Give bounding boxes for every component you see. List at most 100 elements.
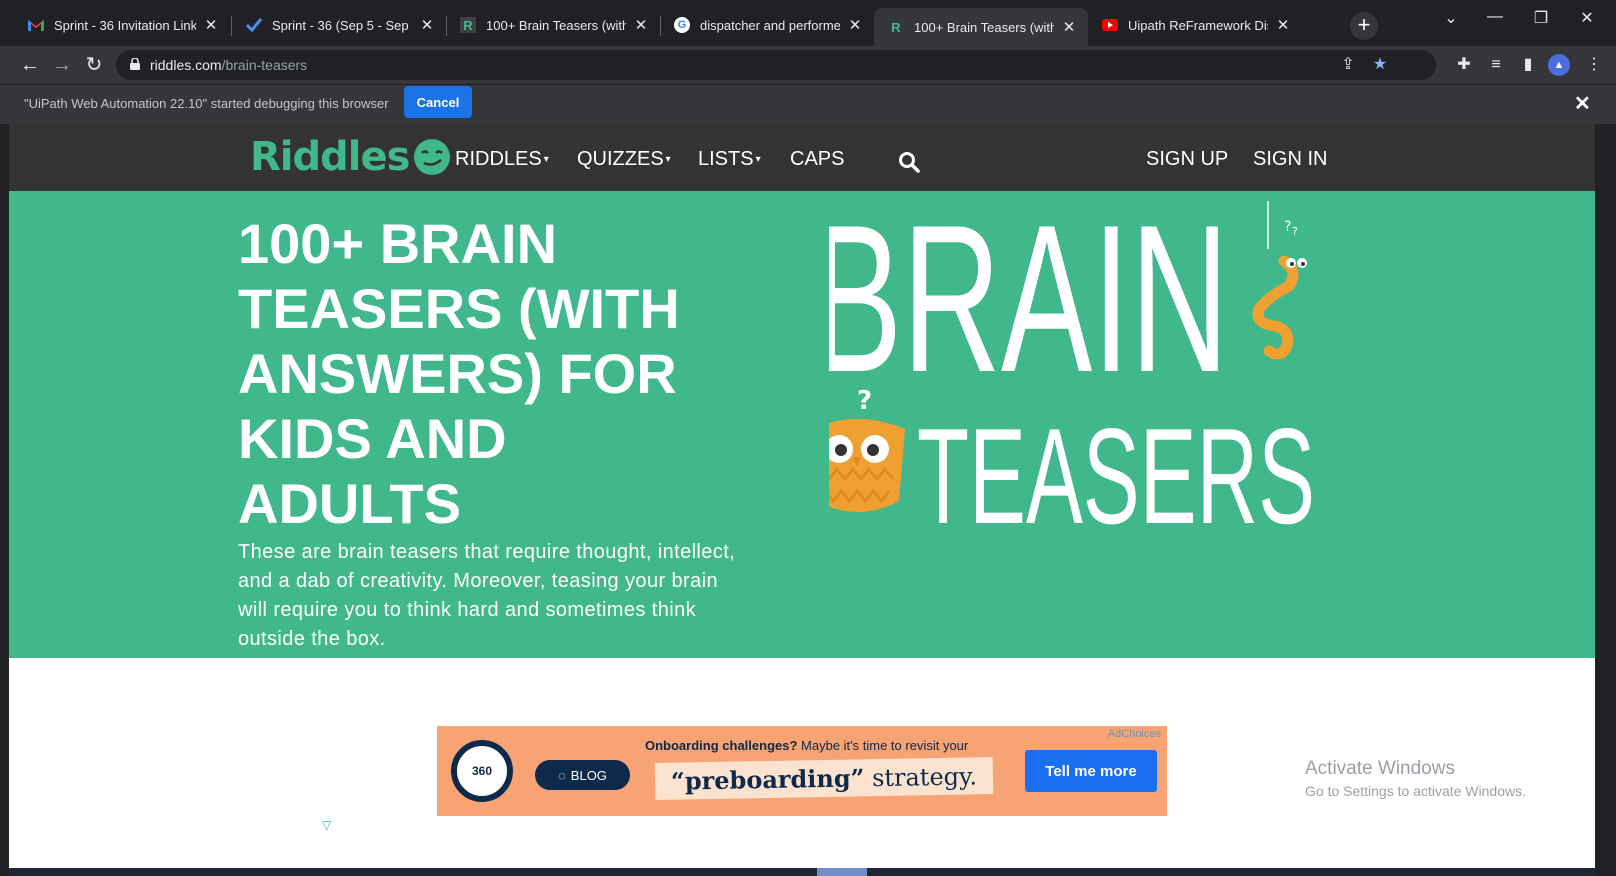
advertisement-banner[interactable]: AdChoices 360 ◌ BLOG Onboarding challenge… [437, 726, 1167, 816]
tab-title: 100+ Brain Teasers (with Answ [486, 17, 626, 33]
svg-text:?: ? [857, 386, 872, 416]
debugging-infobar: "UiPath Web Automation 22.10" started de… [0, 84, 1616, 124]
nav-label: RIDDLES [455, 148, 542, 170]
tab-search-icon[interactable]: ⌄ [1428, 8, 1474, 28]
brain-teasers-illustration: BRAIN TEASERS ? ? ? [829, 201, 1315, 541]
title-line: TEASERS (WITH [238, 277, 680, 340]
nav-caps[interactable]: CAPS [790, 148, 844, 171]
minimize-icon[interactable]: — [1472, 8, 1518, 26]
gmail-icon [28, 17, 44, 33]
google-icon: G [674, 17, 690, 33]
tab-title: Uipath ReFramework Dispatc [1128, 17, 1268, 33]
filter-icon: ▽ [322, 818, 332, 832]
close-icon[interactable]: ✕ [1274, 16, 1292, 34]
browser-window: Sprint - 36 Invitation Link - Ti ✕ Sprin… [0, 0, 1616, 876]
windows-activation-watermark: Activate Windows Go to Settings to activ… [1305, 758, 1526, 799]
riddles-icon: R [891, 19, 901, 35]
footer-block [817, 868, 867, 876]
caret-down-icon: ▾ [543, 154, 549, 166]
caret-down-icon: ▾ [665, 154, 671, 166]
watermark-title: Activate Windows [1305, 758, 1455, 779]
watermark-subtitle: Go to Settings to activate Windows. [1305, 783, 1526, 799]
ad-tagline-rest: strategy. [864, 762, 978, 793]
tab-title: 100+ Brain Teasers (with Answ [914, 19, 1054, 35]
chat-bubble-icon: ◌ [558, 767, 566, 783]
art-word-brain: BRAIN [829, 201, 1229, 416]
new-tab-button[interactable]: + [1350, 12, 1378, 40]
title-line: ADULTS [238, 472, 461, 535]
close-icon[interactable]: ✕ [202, 16, 220, 34]
lock-icon [130, 58, 140, 70]
ad-cta-button[interactable]: Tell me more [1025, 750, 1157, 792]
tab-sprint[interactable]: Sprint - 36 (Sep 5 - Sep 10) - ✕ [232, 8, 446, 42]
description-line: outside the box. [238, 628, 386, 650]
close-icon[interactable]: ✕ [418, 16, 436, 34]
search-icon[interactable] [898, 151, 920, 173]
footer-strip [9, 868, 1595, 876]
reading-list-icon[interactable]: ≡ [1484, 53, 1508, 77]
description-line: and a dab of creativity. Moreover, teasi… [238, 570, 718, 592]
art-word-teasers: TEASERS [917, 400, 1315, 541]
url-path: /brain-teasers [221, 57, 308, 73]
close-icon[interactable]: ✕ [846, 16, 864, 34]
menu-dots-icon[interactable]: ⋮ [1582, 53, 1606, 77]
page-description: These are brain teasers that require tho… [238, 538, 798, 654]
tab-youtube[interactable]: Uipath ReFramework Dispatc ✕ [1088, 8, 1302, 42]
worm-icon: ? ? [1252, 201, 1307, 360]
cancel-debug-button[interactable]: Cancel [404, 86, 472, 118]
close-icon[interactable]: ✕ [1574, 91, 1591, 116]
smirk-face-icon [414, 139, 451, 175]
nav-label: QUIZZES [577, 148, 664, 170]
description-line: will require you to think hard and somet… [238, 599, 696, 621]
ad-360-logo: 360 [451, 740, 513, 802]
hero-banner: 100+ BRAIN TEASERS (WITH ANSWERS) FOR KI… [9, 191, 1595, 658]
sign-up-link[interactable]: SIGN UP [1146, 148, 1228, 171]
side-panel-icon[interactable]: ▮ [1516, 53, 1540, 77]
riddles-icon: R [460, 17, 476, 33]
page-viewport: Riddles RIDDLES ▾ QUIZZES ▾ LISTS ▾ CAPS SI… [9, 124, 1595, 876]
tab-strip: Sprint - 36 Invitation Link - Ti ✕ Sprin… [0, 0, 1616, 46]
extensions-icon[interactable]: ✚ [1452, 53, 1476, 77]
restore-icon[interactable]: ❐ [1518, 8, 1564, 28]
ad-headline-rest: Maybe it's time to revisit your [797, 738, 969, 753]
title-line: 100+ BRAIN [238, 212, 558, 275]
page-title: 100+ BRAIN TEASERS (WITH ANSWERS) FOR KI… [238, 211, 778, 536]
svg-text:?: ? [1284, 219, 1291, 235]
ad-choices-label[interactable]: AdChoices [1108, 728, 1161, 740]
profile-avatar[interactable]: ▲ [1548, 54, 1570, 76]
tab-riddles-1[interactable]: R 100+ Brain Teasers (with Answ ✕ [446, 8, 660, 42]
tab-title: dispatcher and performer in u [700, 17, 840, 33]
site-header: Riddles RIDDLES ▾ QUIZZES ▾ LISTS ▾ CAPS SI… [9, 124, 1595, 191]
ad-tagline: “preboarding” strategy. [654, 757, 994, 800]
title-line: KIDS AND [238, 407, 507, 470]
url-host: riddles.com [150, 57, 222, 73]
tab-riddles-active[interactable]: R 100+ Brain Teasers (with Answ ✕ [874, 8, 1088, 46]
tab-google[interactable]: G dispatcher and performer in u ✕ [660, 8, 874, 42]
tab-title: Sprint - 36 (Sep 5 - Sep 10) - [272, 17, 412, 33]
back-arrow-icon[interactable]: ← [17, 52, 43, 78]
forward-arrow-icon[interactable]: → [49, 52, 75, 78]
ad-blog-button[interactable]: ◌ BLOG [535, 760, 630, 790]
ad-headline-bold: Onboarding challenges? [645, 738, 798, 753]
reload-icon[interactable]: ↻ [81, 52, 107, 78]
nav-quizzes[interactable]: QUIZZES ▾ [577, 148, 671, 171]
nav-riddles[interactable]: RIDDLES ▾ [455, 148, 549, 171]
check-icon [246, 17, 262, 33]
browser-toolbar: ← → ↻ riddles.com/brain-teasers ⇪ ★ ✚ ≡ … [0, 46, 1616, 84]
svg-text:?: ? [1292, 225, 1298, 238]
ad-headline: Onboarding challenges? Maybe it's time t… [645, 738, 968, 753]
bookmark-star-icon[interactable]: ★ [1368, 53, 1392, 77]
tab-gmail[interactable]: Sprint - 36 Invitation Link - Ti ✕ [14, 8, 230, 42]
site-logo[interactable]: Riddles [250, 132, 451, 182]
share-icon[interactable]: ⇪ [1336, 53, 1360, 77]
url-text: riddles.com/brain-teasers [150, 57, 307, 73]
address-bar[interactable]: riddles.com/brain-teasers ⇪ ★ [116, 50, 1436, 80]
ad-tagline-bold: “preboarding” [670, 763, 865, 796]
nav-lists[interactable]: LISTS ▾ [698, 148, 761, 171]
sign-in-link[interactable]: SIGN IN [1253, 148, 1327, 171]
nav-label: CAPS [790, 148, 845, 170]
close-icon[interactable]: ✕ [1060, 18, 1078, 36]
close-window-icon[interactable]: ✕ [1564, 8, 1610, 28]
close-icon[interactable]: ✕ [632, 16, 650, 34]
ad-blog-label: BLOG [570, 767, 607, 783]
